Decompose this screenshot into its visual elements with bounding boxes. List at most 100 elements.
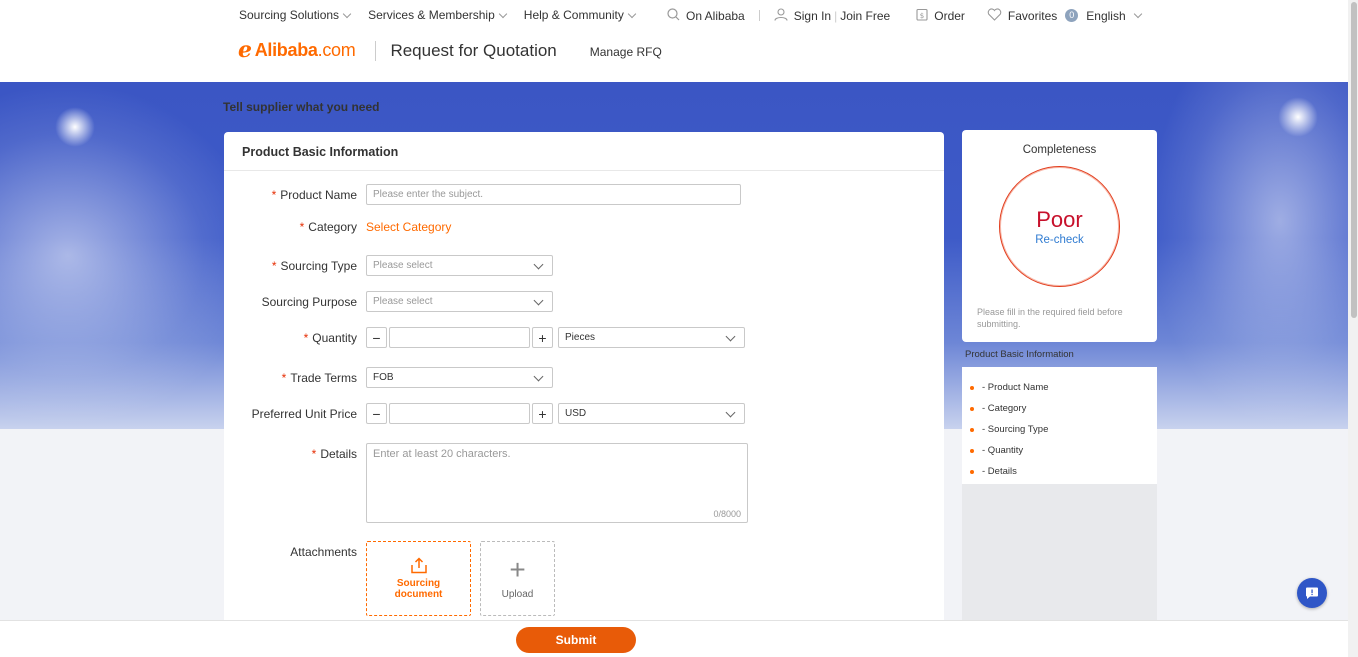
bullet-icon: [970, 448, 974, 453]
order-link[interactable]: $ Order: [916, 8, 965, 23]
price-increment-button[interactable]: +: [532, 403, 553, 424]
brand-divider: [375, 40, 377, 61]
list-item[interactable]: - Product Name: [962, 377, 1157, 398]
trade-terms-select[interactable]: FOB: [366, 367, 553, 388]
upload-label: Upload: [501, 589, 534, 600]
trade-terms-value: FOB: [373, 372, 394, 383]
join-free-link[interactable]: Join Free: [840, 9, 890, 23]
quantity-unit-value: Pieces: [565, 332, 596, 343]
completeness-card: Completeness Poor Re-check Please fill i…: [962, 130, 1157, 342]
details-label: * Details: [224, 443, 366, 461]
sourcing-type-select[interactable]: Please select: [366, 255, 553, 276]
product-form-card: Product Basic Information * Product Name …: [224, 132, 944, 632]
label-text: Product Name: [280, 187, 357, 202]
chevron-down-icon: [725, 407, 736, 417]
quantity-unit-select[interactable]: Pieces: [558, 327, 745, 348]
required-mark: *: [271, 187, 277, 202]
currency-select[interactable]: USD: [558, 403, 745, 424]
chevron-down-icon: [498, 9, 508, 18]
quantity-input[interactable]: [389, 327, 530, 348]
label-text: Category: [308, 220, 357, 234]
label-text: Sourcing Type: [280, 258, 358, 273]
heart-icon: [987, 8, 1002, 23]
nav-sourcing-solutions[interactable]: Sourcing Solutions: [239, 8, 352, 22]
sourcing-type-placeholder: Please select: [373, 260, 433, 271]
sourcing-type-label: * Sourcing Type: [224, 259, 366, 273]
details-textarea[interactable]: Enter at least 20 characters. 0/8000: [366, 443, 748, 523]
glow-decoration: [55, 107, 95, 147]
category-row: * Category Select Category: [224, 220, 452, 234]
search-icon: [667, 8, 680, 23]
scrollbar-thumb[interactable]: [1351, 2, 1357, 318]
list-item[interactable]: - Details: [962, 461, 1157, 482]
sign-in-link[interactable]: Sign In: [794, 9, 831, 23]
world-map-decoration: [0, 82, 260, 429]
required-mark: *: [271, 258, 277, 273]
nav-label: Sourcing Solutions: [239, 8, 340, 22]
nav-services-membership[interactable]: Services & Membership: [368, 8, 508, 22]
unit-price-row: Preferred Unit Price − + USD: [224, 403, 745, 424]
account-links: Sign In | Join Free: [774, 8, 890, 23]
recheck-link[interactable]: Re-check: [1035, 234, 1084, 246]
product-name-input[interactable]: Please enter the subject.: [366, 184, 741, 205]
price-decrement-button[interactable]: −: [366, 403, 387, 424]
product-name-label: * Product Name: [224, 188, 366, 202]
nav-help-community[interactable]: Help & Community: [523, 8, 637, 22]
manage-rfq-link[interactable]: Manage RFQ: [590, 45, 662, 59]
language-label: English: [1086, 8, 1126, 23]
submit-button[interactable]: Submit: [516, 627, 636, 653]
quantity-decrement-button[interactable]: −: [366, 327, 387, 348]
logo-text: Alibaba: [254, 40, 318, 60]
list-item[interactable]: - Category: [962, 398, 1157, 419]
sidebar-filler: [962, 484, 1157, 624]
sourcing-type-row: * Sourcing Type Please select: [224, 255, 553, 276]
sourcing-purpose-placeholder: Please select: [373, 296, 433, 307]
order-label: Order: [934, 8, 965, 23]
list-item[interactable]: - Quantity: [962, 440, 1157, 461]
sourcing-purpose-select[interactable]: Please select: [366, 291, 553, 312]
bullet-icon: [970, 385, 974, 390]
completeness-rating: Poor: [1036, 206, 1083, 232]
bullet-icon: [970, 406, 974, 411]
divider: [758, 10, 760, 21]
brand-row: ℯ Alibaba .com Request for Quotation Mana…: [238, 38, 662, 63]
category-label: * Category: [224, 220, 366, 234]
upload-button[interactable]: + Upload: [480, 541, 555, 616]
list-item[interactable]: - Sourcing Type: [962, 419, 1157, 440]
chevron-down-icon: [627, 9, 637, 18]
required-mark: *: [281, 370, 287, 385]
required-mark: *: [299, 220, 305, 234]
sourcing-purpose-row: Sourcing Purpose Please select: [224, 291, 553, 312]
favorites-link[interactable]: Favorites 0: [987, 8, 1079, 23]
user-icon: [774, 8, 788, 23]
section-title: Product Basic Information: [224, 132, 944, 171]
on-alibaba-search[interactable]: On Alibaba: [667, 8, 745, 23]
world-map-decoration: [1148, 82, 1348, 429]
alibaba-logo[interactable]: ℯ Alibaba .com: [238, 38, 356, 63]
quantity-label: * Quantity: [224, 331, 366, 345]
bullet-icon: [970, 427, 974, 432]
quantity-increment-button[interactable]: +: [532, 327, 553, 348]
sourcing-document-button[interactable]: Sourcing document: [366, 541, 471, 616]
chevron-down-icon: [533, 259, 544, 269]
logo-com: .com: [317, 40, 356, 60]
sourcing-purpose-label: Sourcing Purpose: [261, 294, 357, 309]
svg-text:$: $: [920, 12, 924, 20]
attachments-label: Attachments: [290, 545, 357, 559]
language-selector[interactable]: English: [1086, 8, 1142, 23]
trade-terms-row: * Trade Terms FOB: [224, 367, 553, 388]
required-mark: *: [303, 330, 309, 345]
banner-title: Tell supplier what you need: [223, 100, 380, 114]
chat-button[interactable]: [1297, 578, 1327, 608]
glow-decoration: [1278, 97, 1318, 137]
currency-value: USD: [565, 408, 587, 419]
nav-label: Services & Membership: [368, 8, 495, 22]
upload-icon: [410, 557, 428, 574]
unit-price-input[interactable]: [389, 403, 530, 424]
select-category-link[interactable]: Select Category: [366, 220, 451, 234]
list-item-label: - Product Name: [982, 382, 1049, 393]
unit-price-label: Preferred Unit Price: [251, 406, 357, 421]
list-item-label: - Sourcing Type: [982, 424, 1049, 435]
submit-bar: Submit: [0, 620, 1348, 657]
nav-label: Help & Community: [523, 8, 624, 22]
